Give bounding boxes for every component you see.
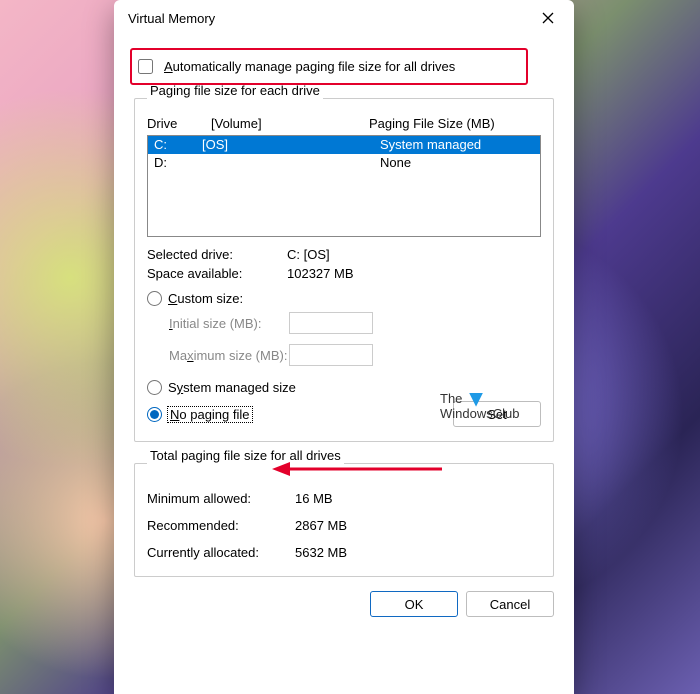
min-value: 16 MB	[295, 491, 333, 506]
col-size: Paging File Size (MB)	[369, 116, 541, 131]
no-paging-radio[interactable]: No paging file	[147, 407, 252, 422]
watermark-line1: The	[440, 391, 462, 406]
windows-logo-icon	[469, 393, 483, 407]
custom-size-input[interactable]	[147, 291, 162, 306]
cur-label: Currently allocated:	[147, 545, 295, 560]
auto-manage-checkbox[interactable]: Automatically manage paging file size fo…	[134, 56, 554, 77]
cancel-button[interactable]: Cancel	[466, 591, 554, 617]
auto-manage-input[interactable]	[138, 59, 153, 74]
drives-listbox[interactable]: C: [OS] System managed D: None	[147, 135, 541, 237]
selected-drive: Selected drive: C: [OS]	[147, 247, 541, 262]
cur-value: 5632 MB	[295, 545, 347, 560]
initial-size-label: Initial size (MB):	[169, 316, 289, 331]
no-paging-label: No paging file	[168, 407, 252, 422]
selected-drive-label: Selected drive:	[147, 247, 287, 262]
custom-size-radio[interactable]: Custom size:	[147, 291, 541, 306]
no-paging-input[interactable]	[147, 407, 162, 422]
drive-row-d[interactable]: D: None	[148, 154, 540, 172]
window-title: Virtual Memory	[128, 11, 215, 26]
initial-size-input[interactable]	[289, 312, 373, 334]
maximum-size-input[interactable]	[289, 344, 373, 366]
watermark-line2: WindowsClub	[440, 406, 519, 421]
maximum-size-label: Maximum size (MB):	[169, 348, 289, 363]
space-available: Space available: 102327 MB	[147, 266, 541, 281]
custom-size-label: Custom size:	[168, 291, 243, 306]
drive-row-c[interactable]: C: [OS] System managed	[148, 136, 540, 154]
close-icon	[542, 12, 554, 24]
drive-volume	[202, 154, 380, 172]
drives-legend: Paging file size for each drive	[147, 83, 323, 98]
drive-size: System managed	[380, 136, 481, 154]
system-managed-label: System managed size	[168, 380, 296, 395]
watermark: The WindowsClub	[440, 392, 519, 421]
col-drive: Drive	[147, 116, 203, 131]
drive-size: None	[380, 154, 411, 172]
selected-drive-value: C: [OS]	[287, 247, 330, 262]
virtual-memory-dialog: Virtual Memory Automatically manage pagi…	[114, 0, 574, 694]
drives-group: Paging file size for each drive Drive [V…	[134, 91, 554, 442]
close-button[interactable]	[536, 6, 560, 30]
space-value: 102327 MB	[287, 266, 354, 281]
maximum-size-row: Maximum size (MB):	[169, 344, 541, 366]
rec-value: 2867 MB	[295, 518, 347, 533]
col-volume: [Volume]	[211, 116, 361, 131]
drive-volume: [OS]	[202, 136, 380, 154]
dialog-buttons: OK Cancel	[114, 591, 574, 617]
drive-letter: D:	[154, 154, 202, 172]
titlebar: Virtual Memory	[114, 0, 574, 36]
drives-columns: Drive [Volume] Paging File Size (MB)	[147, 116, 541, 131]
drive-letter: C:	[154, 136, 202, 154]
auto-manage-label: Automatically manage paging file size fo…	[164, 59, 455, 74]
space-label: Space available:	[147, 266, 287, 281]
min-label: Minimum allowed:	[147, 491, 295, 506]
ok-button[interactable]: OK	[370, 591, 458, 617]
system-managed-input[interactable]	[147, 380, 162, 395]
rec-label: Recommended:	[147, 518, 295, 533]
initial-size-row: Initial size (MB):	[169, 312, 541, 334]
annotation-arrow-icon	[272, 460, 452, 478]
